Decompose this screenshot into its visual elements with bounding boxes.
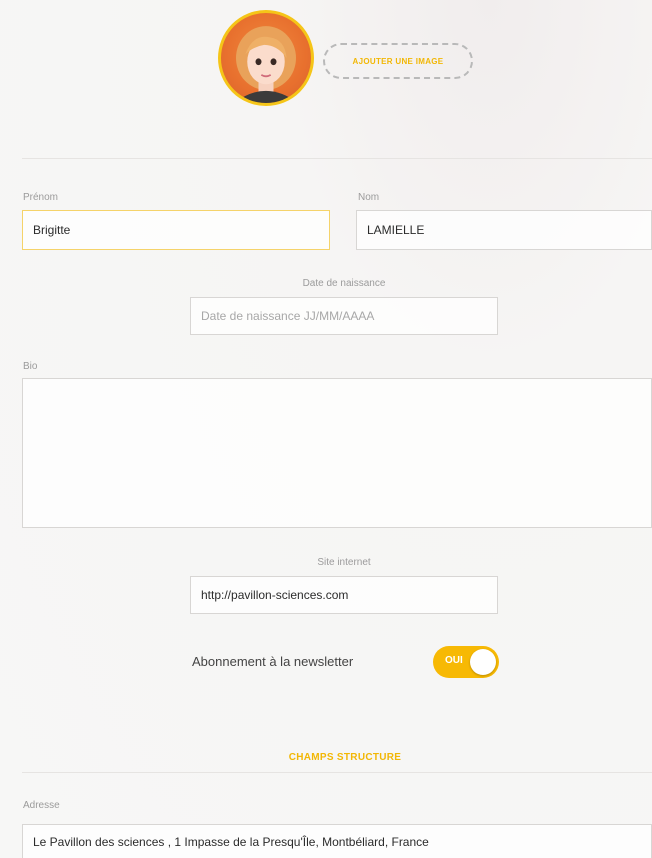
section-divider — [22, 772, 652, 773]
toggle-text: OUI — [445, 655, 463, 666]
lastname-label: Nom — [358, 192, 380, 203]
firstname-label: Prénom — [23, 192, 59, 203]
cartoon-woman-avatar-icon — [234, 26, 298, 103]
birthdate-label: Date de naissance — [302, 278, 386, 289]
add-image-button[interactable]: AJOUTER UNE IMAGE — [323, 43, 473, 79]
website-label: Site internet — [317, 557, 371, 568]
address-label: Adresse — [23, 800, 60, 811]
lastname-input[interactable]: LAMIELLE — [356, 210, 652, 250]
address-input[interactable]: Le Pavillon des sciences , 1 Impasse de … — [22, 824, 652, 858]
birthdate-input[interactable]: Date de naissance JJ/MM/AAAA — [190, 297, 498, 335]
bio-textarea[interactable] — [22, 378, 652, 528]
newsletter-toggle[interactable]: OUI — [433, 646, 499, 678]
avatar[interactable] — [218, 10, 314, 106]
newsletter-label: Abonnement à la newsletter — [192, 654, 354, 669]
section-title: CHAMPS STRUCTURE — [288, 752, 402, 763]
divider — [22, 158, 652, 159]
firstname-input[interactable]: Brigitte — [22, 210, 330, 250]
website-input[interactable]: http://pavillon-sciences.com — [190, 576, 498, 614]
toggle-knob — [470, 649, 496, 675]
bio-label: Bio — [23, 361, 38, 372]
